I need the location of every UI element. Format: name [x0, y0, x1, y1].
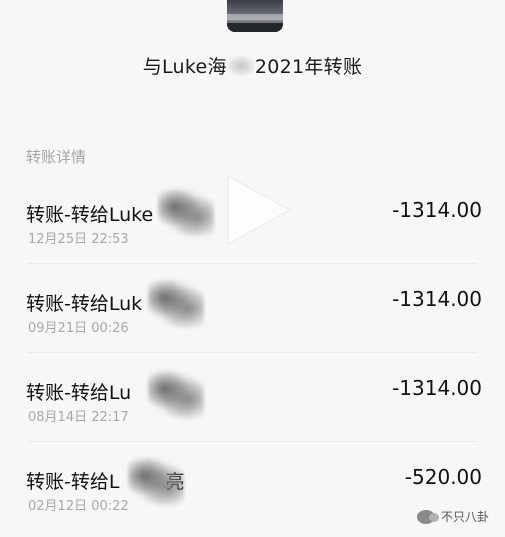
transaction-amount: -1314.00 — [392, 287, 482, 311]
transaction-row[interactable]: 转账-转给Lu 08月14日 22:17 -1314.00 — [0, 354, 505, 442]
transfer-history-screen: 与Luke海 2021年转账 转账详情 转账-转给Luke 12月25日 22:5… — [0, 0, 505, 537]
transaction-name: 转账-转给Lu — [26, 382, 132, 404]
transaction-time: 09月21日 00:26 — [28, 321, 129, 336]
transaction-amount: -520.00 — [404, 465, 482, 489]
page-title: 与Luke海 2021年转账 — [0, 52, 505, 79]
avatar-water — [227, 14, 283, 20]
transaction-amount: -1314.00 — [392, 198, 482, 222]
play-icon[interactable] — [222, 170, 296, 250]
wechat-icon — [416, 509, 439, 524]
title-prefix: 与Luke海 — [142, 56, 227, 78]
name-redaction — [148, 368, 204, 420]
avatar-shore — [227, 23, 283, 32]
transaction-name: 转账-转给Luke — [26, 204, 154, 226]
transaction-time: 12月25日 22:53 — [28, 232, 129, 247]
row-divider — [28, 352, 477, 353]
name-redaction — [128, 455, 184, 507]
contact-avatar[interactable] — [227, 0, 283, 32]
transaction-name-text: 转账-转给L — [26, 471, 120, 493]
watermark-text: 不只八卦 — [440, 510, 489, 524]
name-redaction — [148, 277, 204, 329]
transaction-time: 02月12日 00:22 — [28, 499, 129, 514]
row-divider — [28, 263, 477, 264]
row-divider — [28, 441, 477, 442]
name-redaction — [158, 186, 214, 238]
section-label: 转账详情 — [26, 148, 87, 166]
watermark: 不只八卦 — [416, 508, 489, 525]
transaction-row[interactable]: 转账-转给Luk 09月21日 00:26 -1314.00 — [0, 265, 505, 353]
transaction-time: 08月14日 22:17 — [28, 410, 129, 425]
title-suffix: 2021年转账 — [254, 56, 363, 78]
transaction-name: 转账-转给Luk — [26, 293, 143, 315]
transaction-amount: -1314.00 — [392, 376, 482, 400]
title-redaction — [226, 56, 255, 76]
